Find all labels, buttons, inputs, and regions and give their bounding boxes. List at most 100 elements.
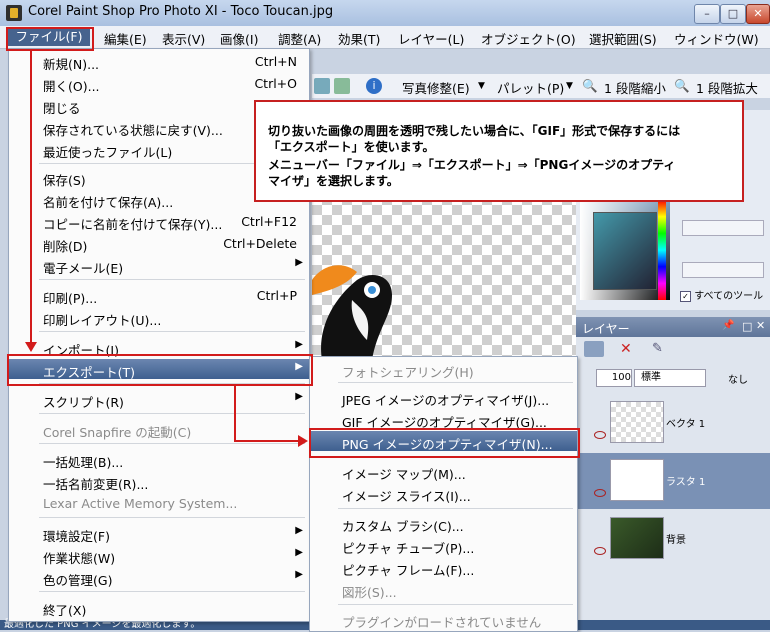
menu-item-label: スクリプト(R) bbox=[43, 395, 124, 410]
layers-panel-header: レイヤー 📌 □ ✕ bbox=[576, 317, 770, 337]
layer-thumbnail bbox=[610, 459, 664, 501]
menu-item-label: フォトシェアリング(H) bbox=[342, 365, 474, 380]
arrow-down-icon bbox=[25, 342, 37, 352]
menu-item-workspace[interactable]: 作業状態(W) ▶ bbox=[9, 545, 309, 566]
title-bar: Corel Paint Shop Pro Photo XI - Toco Tou… bbox=[0, 0, 770, 26]
menu-effects[interactable]: 効果(T) bbox=[338, 29, 380, 48]
submenu-item-picture-tube[interactable]: ピクチャ チューブ(P)... bbox=[310, 535, 577, 556]
zoom-out-button[interactable]: 1 段階縮小 bbox=[604, 78, 666, 97]
check-icon: ✓ bbox=[680, 290, 691, 302]
submenu-item-picture-frame[interactable]: ピクチャ フレーム(F)... bbox=[310, 557, 577, 578]
visibility-eye-icon[interactable] bbox=[594, 431, 606, 439]
palette-dropdown-icon[interactable]: ▼ bbox=[566, 81, 573, 91]
menu-item-label: プラグインがロードされていません bbox=[342, 615, 542, 630]
texture-swatches[interactable] bbox=[682, 262, 764, 278]
share-icon[interactable] bbox=[334, 78, 350, 94]
menu-item-print-layout[interactable]: 印刷レイアウト(U)... bbox=[9, 307, 309, 328]
zoom-in-button[interactable]: 1 段階拡大 bbox=[696, 78, 758, 97]
menu-item-batch-process[interactable]: 一括処理(B)... bbox=[9, 449, 309, 470]
panel-close-icon[interactable]: ✕ bbox=[756, 319, 765, 332]
shortcut-label: Ctrl+Delete bbox=[223, 236, 297, 251]
style-swatches[interactable] bbox=[682, 220, 764, 236]
menu-adjust[interactable]: 調整(A) bbox=[278, 29, 321, 48]
maximize-button[interactable]: □ bbox=[720, 4, 746, 24]
menu-item-preferences[interactable]: 環境設定(F) ▶ bbox=[9, 523, 309, 544]
menu-item-snapfire[interactable]: Corel Snapfire の起動(C) bbox=[9, 419, 309, 440]
visibility-eye-icon[interactable] bbox=[594, 547, 606, 555]
blend-mode-select[interactable]: 標準 bbox=[634, 369, 706, 387]
menu-item-label: カスタム ブラシ(C)... bbox=[342, 519, 464, 534]
photo-fix-menu[interactable]: 写真修整(E) bbox=[402, 78, 470, 97]
palette-menu[interactable]: パレット(P) bbox=[497, 78, 564, 97]
opacity-field[interactable]: 100 bbox=[596, 369, 632, 387]
menu-item-new[interactable]: 新規(N)... Ctrl+N bbox=[9, 51, 309, 72]
menu-object[interactable]: オブジェクト(O) bbox=[481, 29, 576, 48]
menu-item-save-copy-as[interactable]: コピーに名前を付けて保存(Y)... Ctrl+F12 bbox=[9, 211, 309, 232]
new-layer-icon[interactable] bbox=[584, 341, 604, 357]
menu-item-open[interactable]: 開く(O)... Ctrl+O bbox=[9, 73, 309, 94]
menu-item-label: 印刷レイアウト(U)... bbox=[43, 313, 162, 328]
photo-fix-dropdown-icon[interactable]: ▼ bbox=[478, 81, 485, 91]
menu-item-label: 開く(O)... bbox=[43, 79, 100, 94]
shortcut-label: Ctrl+N bbox=[254, 54, 297, 69]
menu-item-label: 一括名前変更(R)... bbox=[43, 477, 149, 492]
menu-item-label: 新規(N)... bbox=[43, 57, 100, 72]
layers-panel: ✕ ✎ 100 標準 なし ベクタ 1 ラスタ 1 背景 bbox=[576, 337, 770, 630]
lock-label[interactable]: なし bbox=[728, 371, 748, 386]
minimize-button[interactable]: – bbox=[694, 4, 720, 24]
menu-edit[interactable]: 編集(E) bbox=[104, 29, 147, 48]
submenu-item-no-plugins: プラグインがロードされていません bbox=[310, 609, 577, 630]
instruction-callout: 切り抜いた画像の周囲を透明で残したい場合に、「GIF」形式で保存するには 「エク… bbox=[254, 100, 744, 202]
layer-row[interactable]: ベクタ 1 bbox=[576, 395, 770, 451]
menu-separator bbox=[39, 591, 305, 592]
menu-item-label: 保存(S) bbox=[43, 173, 86, 188]
submenu-item-image-map[interactable]: イメージ マップ(M)... bbox=[310, 461, 577, 482]
color-saturation-box[interactable] bbox=[593, 212, 657, 290]
panel-restore-icon[interactable]: □ bbox=[742, 320, 752, 333]
all-tools-checkbox[interactable]: ✓ すべてのツール bbox=[680, 287, 763, 302]
submenu-item-photo-sharing[interactable]: フォトシェアリング(H) bbox=[310, 359, 577, 380]
menu-item-label: Lexar Active Memory System... bbox=[43, 496, 238, 511]
visibility-eye-icon[interactable] bbox=[594, 489, 606, 497]
menu-item-delete[interactable]: 削除(D) Ctrl+Delete bbox=[9, 233, 309, 254]
menu-item-label: 保存されている状態に戻す(V)... bbox=[43, 123, 223, 138]
menu-item-exit[interactable]: 終了(X) bbox=[9, 597, 309, 618]
menu-item-email[interactable]: 電子メール(E) ▶ bbox=[9, 255, 309, 276]
pin-icon[interactable]: 📌 bbox=[722, 320, 734, 331]
submenu-item-gif-optimizer[interactable]: GIF イメージのオプティマイザ(G)... bbox=[310, 409, 577, 430]
menu-item-color-management[interactable]: 色の管理(G) ▶ bbox=[9, 567, 309, 588]
info-icon[interactable]: i bbox=[366, 78, 382, 94]
menu-item-print[interactable]: 印刷(P)... Ctrl+P bbox=[9, 285, 309, 306]
menu-separator bbox=[39, 413, 305, 414]
menu-item-script[interactable]: スクリプト(R) ▶ bbox=[9, 389, 309, 410]
close-button[interactable]: ✕ bbox=[746, 4, 770, 24]
toucan-image bbox=[312, 265, 392, 360]
submenu-item-custom-brush[interactable]: カスタム ブラシ(C)... bbox=[310, 513, 577, 534]
menu-window[interactable]: ウィンドウ(W) bbox=[674, 29, 759, 48]
menu-bar: ファイル(F) 編集(E) 表示(V) 画像(I) 調整(A) 効果(T) レイ… bbox=[0, 26, 770, 49]
layer-row[interactable]: ラスタ 1 bbox=[576, 453, 770, 509]
layer-row[interactable]: 背景 bbox=[576, 511, 770, 567]
zoom-in-icon[interactable]: 🔍 bbox=[674, 78, 690, 94]
browse-icon[interactable] bbox=[314, 78, 330, 94]
menu-item-batch-rename[interactable]: 一括名前変更(R)... bbox=[9, 471, 309, 492]
menu-item-label: 電子メール(E) bbox=[43, 261, 124, 276]
menu-layer[interactable]: レイヤー(L) bbox=[398, 29, 464, 48]
delete-layer-icon[interactable]: ✕ bbox=[620, 341, 632, 357]
submenu-arrow-icon: ▶ bbox=[295, 391, 303, 402]
menu-item-lexar[interactable]: Lexar Active Memory System... bbox=[9, 493, 309, 513]
menu-image[interactable]: 画像(I) bbox=[220, 29, 258, 48]
hue-slider[interactable] bbox=[658, 200, 666, 300]
submenu-item-shape[interactable]: 図形(S)... bbox=[310, 579, 577, 600]
menu-item-label: 色の管理(G) bbox=[43, 573, 113, 588]
menu-item-label: 作業状態(W) bbox=[43, 551, 116, 566]
submenu-item-jpeg-optimizer[interactable]: JPEG イメージのオプティマイザ(J)... bbox=[310, 387, 577, 408]
layer-properties-icon[interactable]: ✎ bbox=[652, 341, 663, 356]
shortcut-label: Ctrl+F12 bbox=[241, 214, 297, 229]
zoom-out-icon[interactable]: 🔍 bbox=[582, 78, 598, 94]
export-submenu: フォトシェアリング(H) JPEG イメージのオプティマイザ(J)... GIF… bbox=[309, 356, 578, 632]
menu-view[interactable]: 表示(V) bbox=[162, 29, 205, 48]
menu-selection[interactable]: 選択範囲(S) bbox=[589, 29, 657, 48]
submenu-item-image-slice[interactable]: イメージ スライス(I)... bbox=[310, 483, 577, 504]
submenu-arrow-icon: ▶ bbox=[295, 569, 303, 580]
